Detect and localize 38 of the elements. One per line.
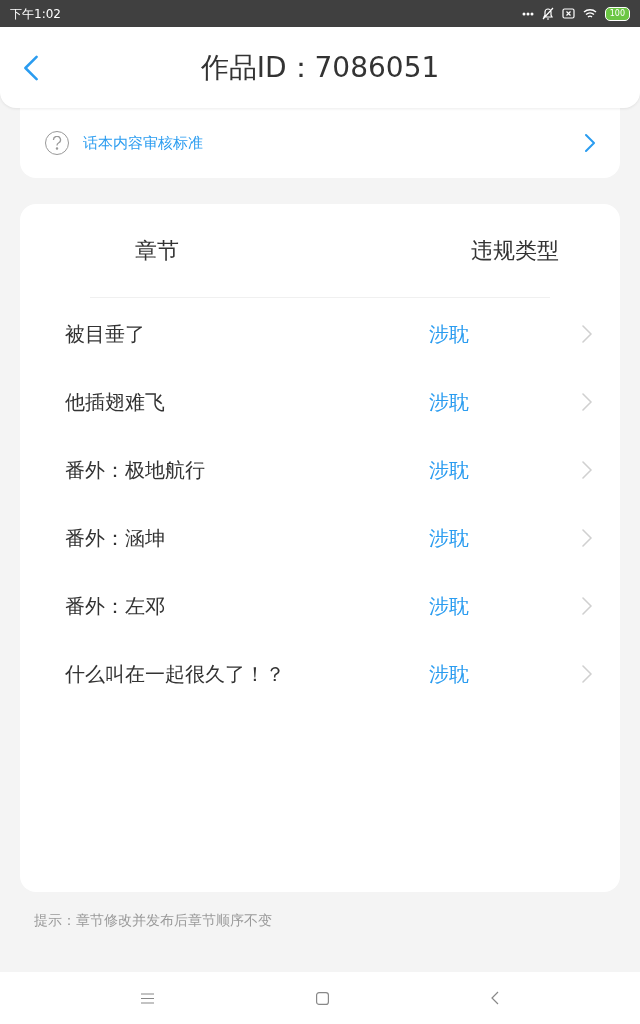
chapter-row[interactable]: 番外：左邓 涉耽 bbox=[20, 572, 620, 640]
menu-icon[interactable] bbox=[141, 992, 154, 1004]
violation-type: 涉耽 bbox=[429, 389, 469, 416]
chapter-title: 番外：极地航行 bbox=[65, 457, 206, 484]
guideline-label: 话本内容审核标准 bbox=[83, 132, 203, 154]
column-header: 违规类型 bbox=[470, 237, 560, 265]
chevron-right-icon bbox=[582, 392, 592, 412]
chapter-title: 被目垂了 bbox=[65, 321, 146, 348]
back-icon[interactable] bbox=[491, 991, 499, 1005]
chapter-row[interactable]: 他插翅难飞 涉耽 bbox=[20, 368, 620, 436]
column-header: 章节 bbox=[134, 237, 180, 265]
chapter-row[interactable]: 番外：极地航行 涉耽 bbox=[20, 436, 620, 504]
chapter-title: 他插翅难飞 bbox=[65, 389, 166, 416]
chevron-right-icon bbox=[582, 528, 592, 548]
chapter-title: 番外：涵坤 bbox=[65, 525, 166, 552]
chevron-right-icon bbox=[582, 664, 592, 684]
chevron-right-icon bbox=[582, 460, 592, 480]
chapter-row[interactable]: 被目垂了 涉耽 bbox=[20, 300, 620, 368]
bell-muted-icon bbox=[541, 7, 554, 20]
chevron-right-icon bbox=[582, 596, 592, 616]
violation-type: 涉耽 bbox=[429, 457, 469, 484]
hint-text: 提示：章节修改并发布后章节顺序不变 bbox=[34, 911, 273, 930]
home-icon[interactable] bbox=[316, 991, 329, 1005]
page-title: 作品ID：7086051 bbox=[199, 49, 441, 86]
battery-indicator: 100 bbox=[604, 6, 630, 21]
violation-type: 涉耽 bbox=[429, 525, 469, 552]
chevron-right-icon bbox=[585, 133, 595, 153]
violation-type: 涉耽 bbox=[429, 661, 469, 688]
violation-type: 涉耽 bbox=[429, 593, 469, 620]
chapter-title: 番外：左邓 bbox=[65, 593, 166, 620]
wifi-icon bbox=[582, 7, 597, 20]
violation-type: 涉耽 bbox=[429, 321, 469, 348]
chapter-title: 什么叫在一起很久了！？ bbox=[65, 661, 286, 688]
chevron-right-icon bbox=[582, 324, 592, 344]
chapter-row[interactable]: 番外：涵坤 涉耽 bbox=[20, 504, 620, 572]
status-time: 下午1:02 bbox=[10, 5, 61, 23]
more-icon bbox=[521, 11, 534, 16]
chapter-row[interactable]: 什么叫在一起很久了！？ 涉耽 bbox=[20, 640, 620, 708]
